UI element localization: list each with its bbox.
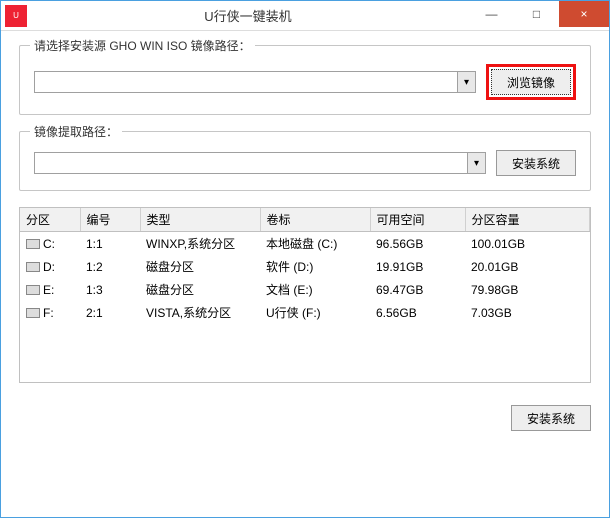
chevron-down-icon: ▾ (457, 72, 475, 92)
table-row[interactable]: C:1:1WINXP,系统分区本地磁盘 (C:)96.56GB100.01GB (20, 232, 590, 256)
col-volume[interactable]: 卷标 (260, 208, 370, 232)
extract-legend: 镜像提取路径： (30, 123, 122, 140)
chevron-down-icon: ▾ (467, 153, 485, 173)
drive-icon (26, 262, 40, 272)
window-controls: — □ × (469, 1, 609, 30)
extract-fieldset: 镜像提取路径： ▾ 安装系统 (19, 131, 591, 191)
col-number[interactable]: 编号 (80, 208, 140, 232)
table-row[interactable]: F:2:1VISTA,系统分区U行侠 (F:)6.56GB7.03GB (20, 301, 590, 324)
browse-button[interactable]: 浏览镜像 (491, 69, 571, 95)
table-row[interactable]: E:1:3磁盘分区文档 (E:)69.47GB79.98GB (20, 278, 590, 301)
install-button-bottom[interactable]: 安装系统 (511, 405, 591, 431)
footer: 安装系统 (1, 393, 609, 443)
col-partition[interactable]: 分区 (20, 208, 80, 232)
browse-highlight: 浏览镜像 (486, 64, 576, 100)
minimize-button[interactable]: — (469, 1, 514, 27)
install-button-top[interactable]: 安装系统 (496, 150, 576, 176)
drive-icon (26, 285, 40, 295)
source-fieldset: 请选择安装源 GHO WIN ISO 镜像路径： ▾ 浏览镜像 (19, 45, 591, 115)
app-icon: U (5, 5, 27, 27)
source-path-dropdown[interactable]: ▾ (34, 71, 476, 93)
close-button[interactable]: × (559, 1, 609, 27)
extract-path-dropdown[interactable]: ▾ (34, 152, 486, 174)
col-type[interactable]: 类型 (140, 208, 260, 232)
partition-table: 分区 编号 类型 卷标 可用空间 分区容量 C:1:1WINXP,系统分区本地磁… (19, 207, 591, 383)
table-header-row: 分区 编号 类型 卷标 可用空间 分区容量 (20, 208, 590, 232)
drive-icon (26, 308, 40, 318)
source-legend: 请选择安装源 GHO WIN ISO 镜像路径： (30, 37, 255, 54)
maximize-button[interactable]: □ (514, 1, 559, 27)
window-title: U行侠一键装机 (27, 6, 469, 25)
col-capacity[interactable]: 分区容量 (465, 208, 590, 232)
col-free[interactable]: 可用空间 (370, 208, 465, 232)
drive-icon (26, 239, 40, 249)
titlebar: U U行侠一键装机 — □ × (1, 1, 609, 31)
table-row[interactable]: D:1:2磁盘分区软件 (D:)19.91GB20.01GB (20, 255, 590, 278)
